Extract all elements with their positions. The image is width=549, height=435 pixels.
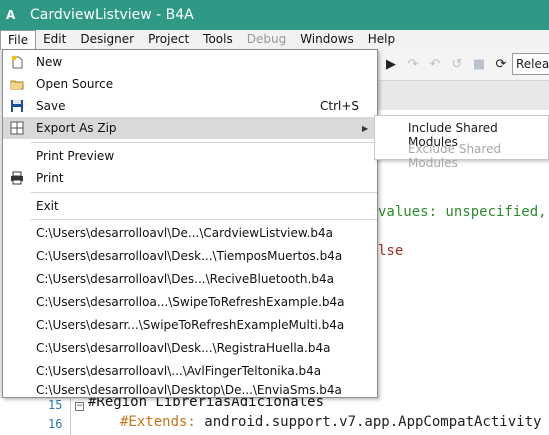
menu-item-label: Open Source	[36, 77, 114, 91]
recent-file-item[interactable]: C:\Users\desarrolloavl\Desk...\TiemposMu…	[3, 245, 377, 267]
window-title: CardviewListview - B4A	[30, 7, 194, 23]
printer-icon	[11, 171, 23, 185]
menu-item-label: Exit	[36, 199, 59, 213]
menu-item-save[interactable]: Save Ctrl+S	[3, 95, 377, 117]
menu-file[interactable]: File	[0, 29, 37, 50]
menu-item-exit[interactable]: Exit	[3, 195, 377, 217]
menu-item-label: New	[36, 55, 63, 69]
menu-separator	[31, 142, 377, 143]
menu-designer[interactable]: Designer	[73, 30, 141, 49]
stop-icon[interactable]: ■	[472, 57, 486, 72]
recent-file-item[interactable]: C:\Users\desarr...\SwipeToRefreshExample…	[3, 314, 377, 336]
menu-item-label: Save	[36, 99, 66, 113]
code-line-values: values: unspecified, l	[378, 204, 549, 220]
gutter-divider	[70, 398, 71, 435]
step-into-icon[interactable]: ↶	[428, 57, 442, 72]
run-icon[interactable]: ▶	[384, 57, 398, 72]
open-folder-icon	[10, 80, 24, 90]
recent-file-item[interactable]: C:\Users\desarrolloavl\...\AvlFingerTelt…	[3, 360, 377, 382]
zip-archive-icon	[10, 121, 24, 135]
restart-icon[interactable]: ⟳	[494, 57, 508, 72]
toolbar: ▶ ↷ ↶ ↺ ■ ⟳ Releas	[378, 50, 549, 78]
line-number: 15	[48, 398, 63, 412]
menu-help[interactable]: Help	[361, 30, 402, 49]
build-config-select[interactable]: Releas	[512, 53, 549, 75]
recent-file-path: C:\Users\desarrolloa...\SwipeToRefreshEx…	[36, 295, 345, 309]
fold-toggle-icon[interactable]: −	[75, 402, 84, 411]
recent-file-path: C:\Users\desarr...\SwipeToRefreshExample…	[36, 318, 345, 332]
menu-bar: File Edit Designer Project Tools Debug W…	[0, 29, 549, 50]
recent-file-path: C:\Users\desarrolloavl\Desk...\TiemposMu…	[36, 249, 343, 263]
recent-file-path: C:\Users\desarrolloavl\...\AvlFingerTelt…	[36, 364, 322, 378]
menu-tools[interactable]: Tools	[196, 30, 240, 49]
menu-item-new[interactable]: New	[3, 51, 377, 73]
recent-file-path: C:\Users\desarrolloavl\Desktop\De...\Env…	[36, 383, 342, 397]
save-shortcut: Ctrl+S	[320, 99, 360, 113]
menu-item-open-source[interactable]: Open Source	[3, 73, 377, 95]
new-file-icon	[11, 55, 23, 69]
menu-separator	[31, 192, 377, 193]
recent-file-item[interactable]: C:\Users\desarrolloavl\Desk...\RegistraH…	[3, 337, 377, 359]
menu-separator	[31, 219, 377, 220]
recent-file-path: C:\Users\desarrolloavl\Des...\ReciveBlue…	[36, 272, 334, 286]
code-editor-bottom[interactable]: 15 16 − #Region LibreriasAdicionales #Ex…	[0, 394, 549, 435]
editor-tab-strip	[378, 80, 549, 110]
menu-debug[interactable]: Debug	[240, 30, 293, 49]
step-out-icon[interactable]: ↺	[450, 57, 464, 72]
recent-file-item[interactable]: C:\Users\desarrolloavl\De...\CardviewLis…	[3, 222, 377, 244]
menu-item-label: Print Preview	[36, 149, 115, 163]
recent-file-path: C:\Users\desarrolloavl\Desk...\RegistraH…	[36, 341, 331, 355]
menu-windows[interactable]: Windows	[293, 30, 361, 49]
file-menu-dropdown: New Open Source Save Ctrl+S Export As Zi…	[2, 49, 378, 398]
recent-file-item[interactable]: C:\Users\desarrolloavl\Desktop\De...\Env…	[3, 383, 377, 397]
menu-project[interactable]: Project	[141, 30, 196, 49]
menu-item-print[interactable]: Print	[3, 167, 377, 189]
menu-item-export-zip[interactable]: Export As Zip ▶	[3, 117, 377, 139]
recent-file-item[interactable]: C:\Users\desarrolloavl\Des...\ReciveBlue…	[3, 268, 377, 290]
title-bar: A CardviewListview - B4A	[0, 0, 549, 30]
recent-file-path: C:\Users\desarrolloavl\De...\CardviewLis…	[36, 226, 334, 240]
recent-file-item[interactable]: C:\Users\desarrolloa...\SwipeToRefreshEx…	[3, 291, 377, 313]
menu-edit[interactable]: Edit	[36, 30, 73, 49]
export-zip-submenu: Include Shared Modules Exclude Shared Mo…	[374, 115, 549, 170]
menu-item-label: Print	[36, 171, 64, 185]
b4a-app-icon: A	[6, 8, 16, 22]
save-disk-icon	[11, 100, 23, 112]
menu-item-label: Export As Zip	[36, 121, 117, 135]
menu-item-print-preview[interactable]: Print Preview	[3, 145, 377, 167]
extends-line: #Extends: android.support.v7.app.AppComp…	[120, 414, 542, 430]
line-number: 16	[48, 417, 63, 431]
step-over-icon[interactable]: ↷	[406, 57, 420, 72]
submenu-arrow-icon: ▶	[362, 123, 369, 133]
code-line-else: lse	[378, 243, 404, 259]
exclude-shared-modules-item[interactable]: Exclude Shared Modules	[408, 142, 548, 170]
